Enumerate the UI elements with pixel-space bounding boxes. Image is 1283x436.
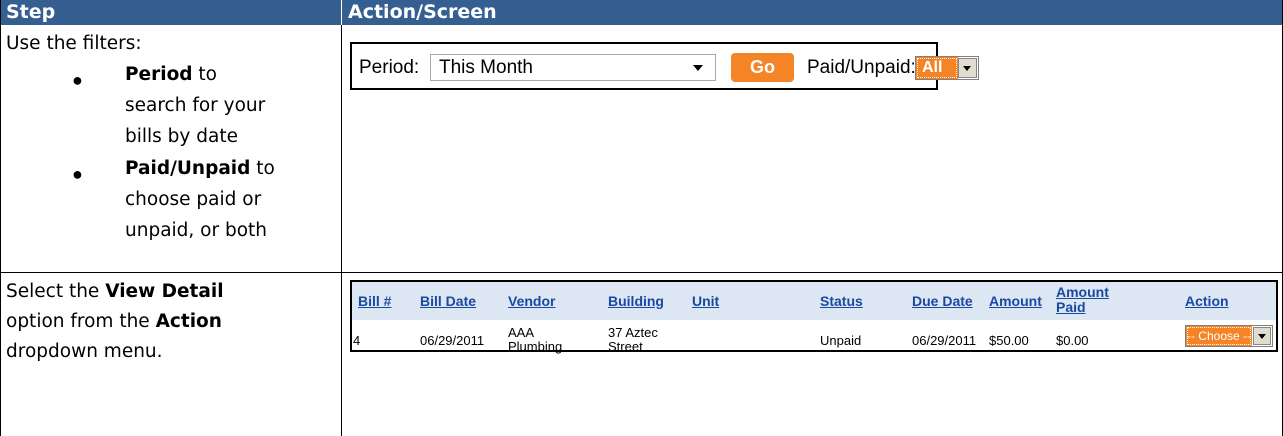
action-dropdown[interactable]: -- Choose -- xyxy=(1185,325,1273,347)
col-due-date[interactable]: Due Date xyxy=(912,294,973,308)
chevron-down-icon xyxy=(1258,334,1266,339)
cell-bill-date: 06/29/2011 xyxy=(420,333,485,348)
cell-vendor-line2: Plumbing xyxy=(508,339,563,354)
col-unit[interactable]: Unit xyxy=(692,294,719,308)
cell-amount-paid: $0.00 xyxy=(1056,333,1089,348)
grid-line xyxy=(341,25,342,436)
paid-unpaid-dropdown[interactable]: All xyxy=(915,56,979,80)
step2-line3: dropdown menu. xyxy=(6,341,163,362)
header-action-screen: Action/Screen xyxy=(342,0,1283,25)
action-value: -- Choose -- xyxy=(1186,326,1252,346)
cell-status: Unpaid xyxy=(820,333,862,348)
col-bill-no[interactable]: Bill # xyxy=(358,294,391,308)
cell-building-line1: 37 Aztec xyxy=(608,325,658,340)
header-step: Step xyxy=(0,0,341,25)
paid-unpaid-value: All xyxy=(916,57,958,79)
chevron-down-icon xyxy=(693,65,703,71)
col-amount[interactable]: Amount xyxy=(989,294,1042,308)
col-status[interactable]: Status xyxy=(820,294,863,308)
step1-bullet2-line1: Paid/Unpaid to xyxy=(125,158,275,179)
step1-bullet1-line3: bills by date xyxy=(125,126,238,147)
col-vendor[interactable]: Vendor xyxy=(508,294,555,308)
col-action[interactable]: Action xyxy=(1185,294,1229,308)
col-amount-paid-line2[interactable]: Paid xyxy=(1056,300,1086,314)
filter-bar: Period: This Month Go Paid/Unpaid: All xyxy=(350,42,979,90)
step1-bullet2-line2: choose paid or xyxy=(125,189,262,210)
cell-amount: $50.00 xyxy=(989,333,1029,348)
grid-line xyxy=(0,0,1,436)
paid-unpaid-label: Paid/Unpaid: xyxy=(807,57,916,78)
step1-intro: Use the filters: xyxy=(6,33,142,54)
chevron-down-icon xyxy=(963,66,971,71)
bills-table-header xyxy=(352,282,1276,320)
bullet-icon: ● xyxy=(72,70,83,90)
period-value: This Month xyxy=(439,57,533,78)
dropdown-button[interactable] xyxy=(1253,327,1271,345)
cell-vendor-line1: AAA xyxy=(508,325,535,340)
instruction-table: Step Action/Screen Use the filters: ● Pe… xyxy=(0,0,1283,436)
col-building[interactable]: Building xyxy=(608,294,664,308)
row-divider xyxy=(0,272,1283,273)
header-step-label: Step xyxy=(6,1,56,23)
step1-bullet1-line2: search for your xyxy=(125,95,266,116)
bullet-icon: ● xyxy=(72,164,83,184)
step1-bullet1-line1: Period to xyxy=(125,64,217,85)
step1-bullet2-line3: unpaid, or both xyxy=(125,220,268,241)
period-dropdown[interactable]: This Month xyxy=(430,54,716,81)
col-amount-paid-line1[interactable]: Amount xyxy=(1056,285,1109,299)
period-label: Period: xyxy=(359,57,420,78)
header-action-label: Action/Screen xyxy=(348,1,497,23)
bills-table: Bill # Bill Date Vendor Building Unit St… xyxy=(350,280,1278,354)
step2-line2: option from the Action xyxy=(6,311,222,332)
col-bill-date[interactable]: Bill Date xyxy=(420,294,476,308)
cell-building-line2: Street xyxy=(608,339,643,354)
cell-due-date: 06/29/2011 xyxy=(912,333,977,348)
dropdown-button[interactable] xyxy=(958,58,977,78)
go-button[interactable]: Go xyxy=(731,53,794,82)
step2-line1: Select the View Detail xyxy=(6,281,224,302)
cell-bill-no: 4 xyxy=(353,333,361,348)
